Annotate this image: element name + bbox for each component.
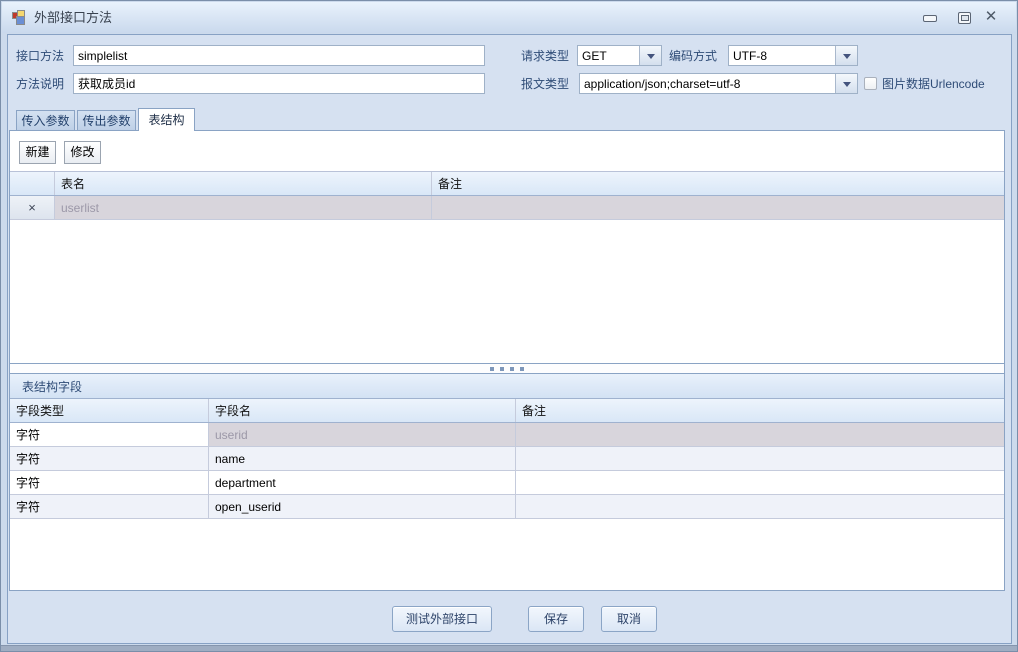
field-type-cell[interactable]: 字符 bbox=[10, 447, 209, 471]
save-button[interactable]: 保存 bbox=[528, 606, 584, 632]
column-header-selector[interactable] bbox=[10, 172, 55, 195]
close-button[interactable]: ✕ bbox=[983, 8, 999, 26]
request-type-label: 请求类型 bbox=[521, 48, 569, 64]
table-row[interactable]: × userlist bbox=[10, 196, 1004, 220]
encoding-combo bbox=[728, 45, 858, 66]
field-name-cell[interactable]: name bbox=[209, 447, 516, 471]
field-name-cell[interactable]: department bbox=[209, 471, 516, 495]
cancel-button[interactable]: 取消 bbox=[601, 606, 657, 632]
request-type-combo bbox=[577, 45, 662, 66]
tab-input-params[interactable]: 传入参数 bbox=[16, 110, 75, 130]
column-header-field-remark[interactable]: 备注 bbox=[516, 399, 1004, 422]
message-type-label: 报文类型 bbox=[521, 76, 569, 92]
field-row[interactable]: 字符 userid bbox=[10, 423, 1004, 447]
request-type-value[interactable] bbox=[578, 46, 639, 65]
fields-panel-title: 表结构字段 bbox=[22, 378, 82, 395]
urlencode-checkbox[interactable] bbox=[864, 77, 877, 90]
test-interface-button[interactable]: 测试外部接口 bbox=[392, 606, 492, 632]
interface-method-input[interactable] bbox=[73, 45, 485, 66]
encoding-label: 编码方式 bbox=[669, 48, 717, 64]
chevron-down-icon[interactable] bbox=[835, 46, 857, 65]
window-title: 外部接口方法 bbox=[34, 2, 112, 33]
dialog-window: 外部接口方法 ✕ 接口方法 请求类型 编码方式 方法说明 报文类型 图片数据Ur… bbox=[0, 0, 1018, 652]
column-header-remark[interactable]: 备注 bbox=[432, 172, 1004, 195]
field-row[interactable]: 字符 name bbox=[10, 447, 1004, 471]
new-button[interactable]: 新建 bbox=[19, 141, 56, 164]
splitter-dots-icon bbox=[490, 367, 524, 371]
chevron-down-icon[interactable] bbox=[639, 46, 661, 65]
column-header-table-name[interactable]: 表名 bbox=[55, 172, 432, 195]
tab-page-table-structure: 新建 修改 表名 备注 × userlist 表结构字段 字段 bbox=[9, 130, 1005, 591]
field-remark-cell[interactable] bbox=[516, 471, 1004, 495]
message-type-combo bbox=[579, 73, 858, 94]
chevron-down-icon[interactable] bbox=[835, 74, 857, 93]
column-header-field-name[interactable]: 字段名 bbox=[209, 399, 516, 422]
field-type-cell[interactable]: 字符 bbox=[10, 495, 209, 519]
field-name-cell[interactable]: userid bbox=[209, 423, 516, 447]
fields-panel-header: 表结构字段 bbox=[10, 374, 1004, 399]
field-type-cell[interactable]: 字符 bbox=[10, 471, 209, 495]
table-name-cell[interactable]: userlist bbox=[55, 196, 432, 220]
row-selector-delete-icon[interactable]: × bbox=[10, 196, 55, 220]
tables-grid-header: 表名 备注 bbox=[10, 171, 1004, 196]
splitter-handle[interactable] bbox=[10, 363, 1004, 374]
message-type-value[interactable] bbox=[580, 74, 835, 93]
window-bottom-edge bbox=[1, 645, 1017, 651]
field-row[interactable]: 字符 department bbox=[10, 471, 1004, 495]
tab-output-params[interactable]: 传出参数 bbox=[77, 110, 136, 130]
field-type-cell[interactable]: 字符 bbox=[10, 423, 209, 447]
field-remark-cell[interactable] bbox=[516, 495, 1004, 519]
field-remark-cell[interactable] bbox=[516, 423, 1004, 447]
fields-grid-header: 字段类型 字段名 备注 bbox=[10, 399, 1004, 423]
remark-cell[interactable] bbox=[432, 196, 1004, 220]
encoding-value[interactable] bbox=[729, 46, 835, 65]
field-remark-cell[interactable] bbox=[516, 447, 1004, 471]
field-name-cell[interactable]: open_userid bbox=[209, 495, 516, 519]
form-icon bbox=[12, 10, 28, 26]
modify-button[interactable]: 修改 bbox=[64, 141, 101, 164]
minimize-button[interactable] bbox=[923, 15, 937, 22]
field-row[interactable]: 字符 open_userid bbox=[10, 495, 1004, 519]
method-desc-input[interactable] bbox=[73, 73, 485, 94]
method-desc-label: 方法说明 bbox=[16, 76, 64, 92]
column-header-field-type[interactable]: 字段类型 bbox=[10, 399, 209, 422]
urlencode-label: 图片数据Urlencode bbox=[882, 76, 985, 92]
title-bar: 外部接口方法 ✕ bbox=[2, 2, 1016, 33]
maximize-button[interactable] bbox=[958, 12, 971, 24]
interface-method-label: 接口方法 bbox=[16, 48, 64, 64]
main-panel: 接口方法 请求类型 编码方式 方法说明 报文类型 图片数据Urlencode 传… bbox=[7, 34, 1012, 644]
tab-table-structure[interactable]: 表结构 bbox=[138, 108, 195, 131]
